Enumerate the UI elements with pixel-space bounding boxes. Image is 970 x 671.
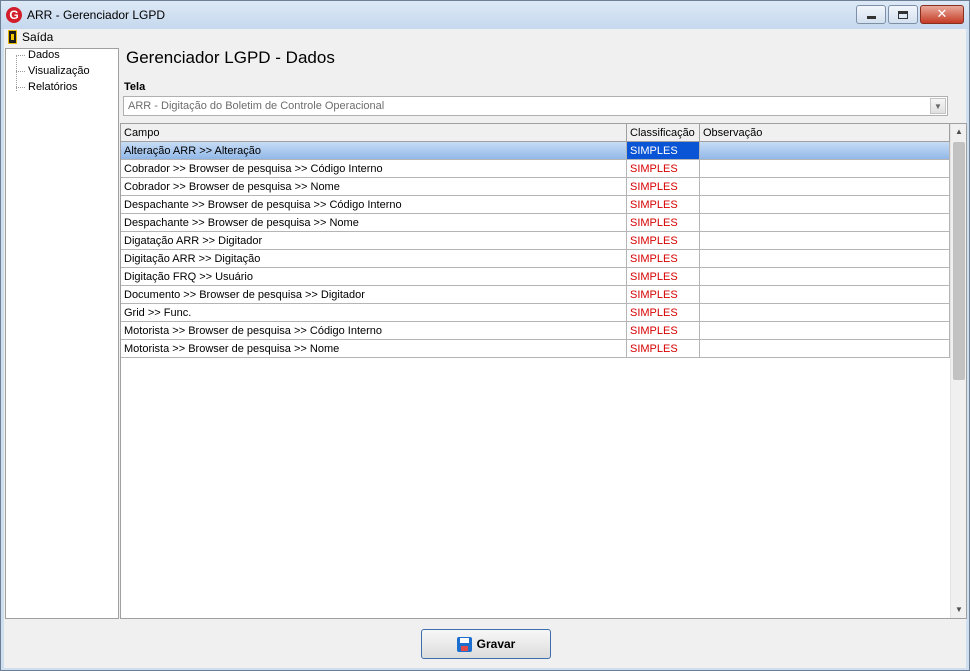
- cell-classificacao[interactable]: SIMPLES: [627, 196, 700, 214]
- cell-observacao[interactable]: [700, 142, 950, 160]
- save-button[interactable]: Gravar: [421, 629, 551, 659]
- tree-connector: [16, 55, 25, 56]
- cell-observacao[interactable]: [700, 178, 950, 196]
- table-row[interactable]: Alteração ARR >> Alteração SIMPLES: [121, 142, 950, 160]
- scroll-thumb[interactable]: [953, 142, 965, 380]
- cell-classificacao[interactable]: SIMPLES: [627, 232, 700, 250]
- window-title: ARR - Gerenciador LGPD: [27, 8, 166, 22]
- scroll-up-icon[interactable]: ▲: [951, 124, 967, 140]
- window-controls: ✕: [854, 5, 964, 24]
- tree-connector: [16, 71, 25, 72]
- cell-observacao[interactable]: [700, 196, 950, 214]
- cell-classificacao[interactable]: SIMPLES: [627, 214, 700, 232]
- tela-select-value: ARR - Digitação do Boletim de Controle O…: [128, 100, 385, 112]
- tela-select[interactable]: ARR - Digitação do Boletim de Controle O…: [123, 96, 948, 116]
- table-row[interactable]: Motorista >> Browser de pesquisa >> Códi…: [121, 322, 950, 340]
- cell-classificacao[interactable]: SIMPLES: [627, 304, 700, 322]
- minimize-button[interactable]: [856, 5, 886, 24]
- table-row[interactable]: Despachante >> Browser de pesquisa >> Có…: [121, 196, 950, 214]
- app-logo-icon: G: [6, 7, 22, 23]
- table-row[interactable]: Digitação ARR >> Digitação SIMPLES: [121, 250, 950, 268]
- table-row[interactable]: Digitação FRQ >> Usuário SIMPLES: [121, 268, 950, 286]
- title-bar[interactable]: G ARR - Gerenciador LGPD ✕: [1, 1, 969, 29]
- close-button[interactable]: ✕: [920, 5, 964, 24]
- table-row[interactable]: Motorista >> Browser de pesquisa >> Nome…: [121, 340, 950, 358]
- maximize-icon: [898, 10, 908, 19]
- page-title: Gerenciador LGPD - Dados: [126, 48, 335, 67]
- minimize-icon: [866, 16, 876, 19]
- dropdown-arrow-icon[interactable]: ▼: [930, 98, 946, 114]
- save-button-label: Gravar: [476, 637, 516, 651]
- cell-campo[interactable]: Despachante >> Browser de pesquisa >> No…: [121, 214, 627, 232]
- cell-observacao[interactable]: [700, 232, 950, 250]
- cell-campo[interactable]: Digitação FRQ >> Usuário: [121, 268, 627, 286]
- cell-campo[interactable]: Digatação ARR >> Digitador: [121, 232, 627, 250]
- cell-classificacao[interactable]: SIMPLES: [627, 160, 700, 178]
- table-row[interactable]: Digatação ARR >> Digitador SIMPLES: [121, 232, 950, 250]
- menu-exit[interactable]: Saída: [8, 30, 53, 44]
- cell-observacao[interactable]: [700, 340, 950, 358]
- table-row[interactable]: Despachante >> Browser de pesquisa >> No…: [121, 214, 950, 232]
- table-row[interactable]: Grid >> Func. SIMPLES: [121, 304, 950, 322]
- cell-campo[interactable]: Despachante >> Browser de pesquisa >> Có…: [121, 196, 627, 214]
- client-area: Saída Dados Visualização Relatórios Gere…: [4, 29, 967, 668]
- cell-campo[interactable]: Motorista >> Browser de pesquisa >> Nome: [121, 340, 627, 358]
- cell-campo[interactable]: Motorista >> Browser de pesquisa >> Códi…: [121, 322, 627, 340]
- cell-observacao[interactable]: [700, 322, 950, 340]
- cell-classificacao[interactable]: SIMPLES: [627, 250, 700, 268]
- tree-item-visualizacao[interactable]: Visualização: [28, 65, 90, 77]
- cell-observacao[interactable]: [700, 304, 950, 322]
- tree-item-dados[interactable]: Dados: [28, 49, 60, 61]
- vertical-scrollbar[interactable]: ▲ ▼: [950, 124, 966, 618]
- close-icon: ✕: [936, 7, 948, 22]
- grid-header: Campo Classificação Observação: [121, 124, 950, 142]
- cell-classificacao[interactable]: SIMPLES: [627, 322, 700, 340]
- tela-label: Tela: [124, 81, 146, 93]
- navigation-tree: Dados Visualização Relatórios: [5, 48, 119, 619]
- cell-observacao[interactable]: [700, 250, 950, 268]
- cell-classificacao[interactable]: SIMPLES: [627, 340, 700, 358]
- fields-grid: Campo Classificação Observação Alteração…: [120, 123, 967, 619]
- column-header-classificacao[interactable]: Classificação: [627, 124, 700, 142]
- app-window: G ARR - Gerenciador LGPD ✕ Saída Dados V…: [0, 0, 970, 671]
- menu-exit-label: Saída: [22, 30, 54, 44]
- cell-campo[interactable]: Cobrador >> Browser de pesquisa >> Códig…: [121, 160, 627, 178]
- cell-observacao[interactable]: [700, 160, 950, 178]
- grid-body: Alteração ARR >> Alteração SIMPLES Cobrado…: [121, 142, 950, 358]
- cell-campo[interactable]: Alteração ARR >> Alteração: [121, 142, 627, 160]
- column-header-campo[interactable]: Campo: [121, 124, 627, 142]
- scroll-down-icon[interactable]: ▼: [951, 602, 967, 618]
- table-row[interactable]: Cobrador >> Browser de pesquisa >> Nome S…: [121, 178, 950, 196]
- cell-classificacao[interactable]: SIMPLES: [627, 178, 700, 196]
- exit-door-icon: [8, 30, 17, 44]
- cell-classificacao[interactable]: SIMPLES: [627, 268, 700, 286]
- cell-classificacao[interactable]: SIMPLES: [627, 142, 700, 160]
- tree-connector: [16, 55, 17, 91]
- cell-classificacao[interactable]: SIMPLES: [627, 286, 700, 304]
- cell-observacao[interactable]: [700, 268, 950, 286]
- table-row[interactable]: Documento >> Browser de pesquisa >> Digi…: [121, 286, 950, 304]
- cell-campo[interactable]: Cobrador >> Browser de pesquisa >> Nome: [121, 178, 627, 196]
- cell-observacao[interactable]: [700, 286, 950, 304]
- tree-item-relatorios[interactable]: Relatórios: [28, 81, 78, 93]
- floppy-disk-icon: [456, 636, 472, 652]
- cell-observacao[interactable]: [700, 214, 950, 232]
- column-header-observacao[interactable]: Observação: [700, 124, 950, 142]
- tree-connector: [16, 87, 25, 88]
- table-row[interactable]: Cobrador >> Browser de pesquisa >> Códig…: [121, 160, 950, 178]
- menu-bar: Saída: [4, 29, 966, 46]
- cell-campo[interactable]: Documento >> Browser de pesquisa >> Digi…: [121, 286, 627, 304]
- maximize-button[interactable]: [888, 5, 918, 24]
- cell-campo[interactable]: Grid >> Func.: [121, 304, 627, 322]
- cell-campo[interactable]: Digitação ARR >> Digitação: [121, 250, 627, 268]
